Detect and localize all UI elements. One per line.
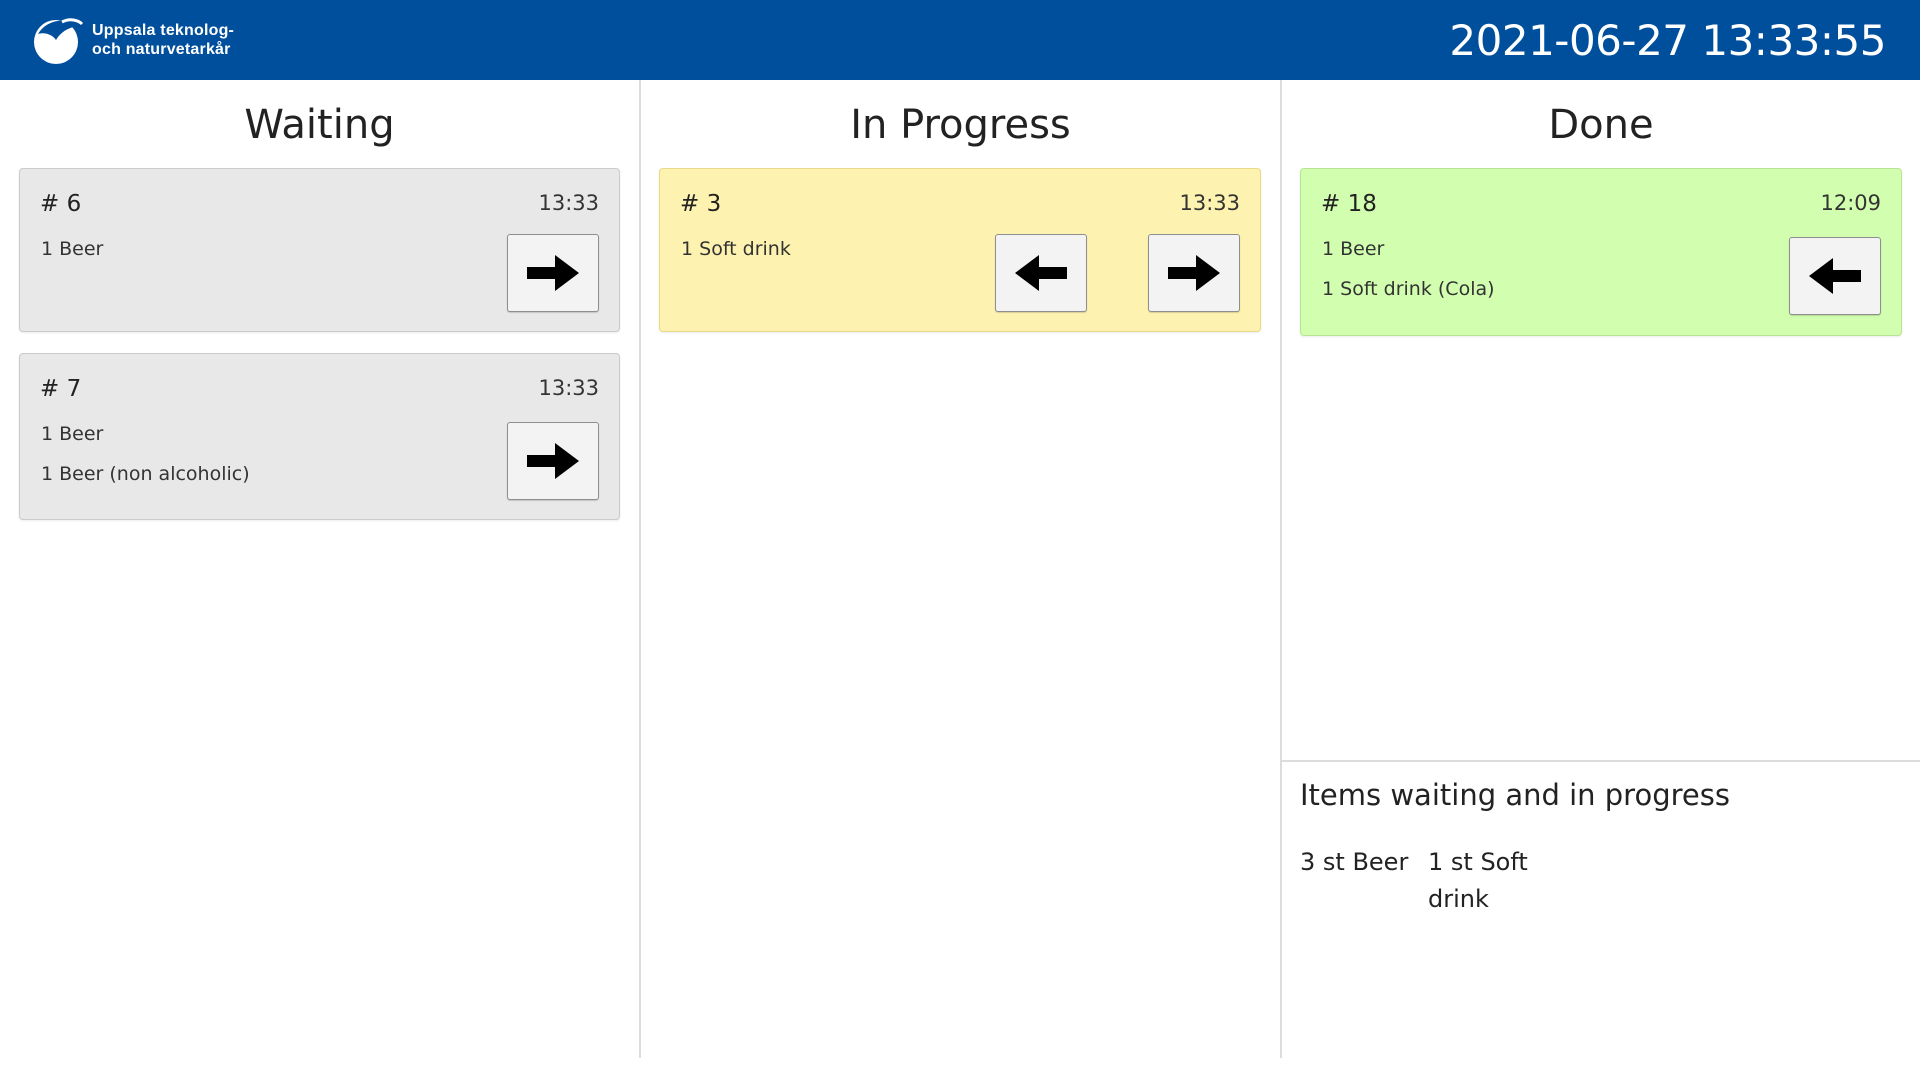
top-bar: Uppsala teknolog- och naturvetarkår 2021…: [0, 0, 1920, 80]
logo-text-line1: Uppsala teknolog-: [92, 22, 235, 39]
arrow-right-icon: [1168, 255, 1220, 291]
order-card-3: # 3 13:33 1 Soft drink: [659, 168, 1261, 332]
order-time: 12:09: [1820, 191, 1881, 215]
order-number: # 18: [1321, 191, 1377, 217]
order-time: 13:33: [538, 191, 599, 215]
column-title-waiting: Waiting: [244, 102, 395, 148]
move-forward-button[interactable]: [1148, 234, 1240, 312]
logo-text-line2: och naturvetarkår: [92, 41, 231, 58]
order-number: # 6: [40, 191, 82, 217]
column-in-progress: In Progress # 3 13:33 1 Soft drink: [639, 80, 1280, 1058]
order-item: 1 Beer: [41, 423, 104, 445]
summary-item-beer: 3 st Beer: [1300, 844, 1408, 881]
arrow-right-icon: [527, 255, 579, 291]
order-item: 1 Soft drink: [681, 238, 791, 260]
order-card-7: # 7 13:33 1 Beer 1 Beer (non alcoholic): [19, 353, 620, 520]
column-title-done: Done: [1548, 102, 1654, 148]
order-item: 1 Soft drink (Cola): [1322, 278, 1495, 300]
logo-mark-icon: [34, 18, 84, 64]
logo-text: Uppsala teknolog- och naturvetarkår: [92, 21, 234, 59]
column-done: Done # 18 12:09 1 Beer 1 Soft drink (Col…: [1280, 80, 1920, 1058]
order-time: 13:33: [1179, 191, 1240, 215]
summary-item-line: 1 st Soft: [1428, 848, 1528, 876]
summary-item-line: drink: [1428, 885, 1489, 913]
order-card-6: # 6 13:33 1 Beer: [19, 168, 620, 332]
order-item: 1 Beer: [41, 238, 104, 260]
move-back-button[interactable]: [995, 234, 1087, 312]
order-number: # 3: [680, 191, 722, 217]
summary-item-soft-drink: 1 st Soft drink: [1428, 844, 1528, 918]
column-title-in-progress: In Progress: [850, 102, 1071, 148]
order-number: # 7: [40, 376, 82, 402]
order-item: 1 Beer: [1322, 238, 1385, 260]
arrow-left-icon: [1015, 255, 1067, 291]
move-back-button[interactable]: [1789, 237, 1881, 315]
summary-item-line: 3 st Beer: [1300, 848, 1409, 876]
datetime-clock: 2021-06-27 13:33:55: [1449, 16, 1886, 65]
summary-title: Items waiting and in progress: [1300, 778, 1730, 812]
arrow-right-icon: [527, 443, 579, 479]
move-forward-button[interactable]: [507, 422, 599, 500]
order-card-18: # 18 12:09 1 Beer 1 Soft drink (Cola): [1300, 168, 1902, 336]
order-item: 1 Beer (non alcoholic): [41, 463, 250, 485]
column-waiting: Waiting # 6 13:33 1 Beer # 7 13:33 1 Bee…: [0, 80, 639, 1058]
arrow-left-icon: [1809, 258, 1861, 294]
order-time: 13:33: [538, 376, 599, 400]
summary-divider: [1282, 760, 1920, 762]
move-forward-button[interactable]: [507, 234, 599, 312]
organization-logo: Uppsala teknolog- och naturvetarkår: [32, 12, 234, 68]
